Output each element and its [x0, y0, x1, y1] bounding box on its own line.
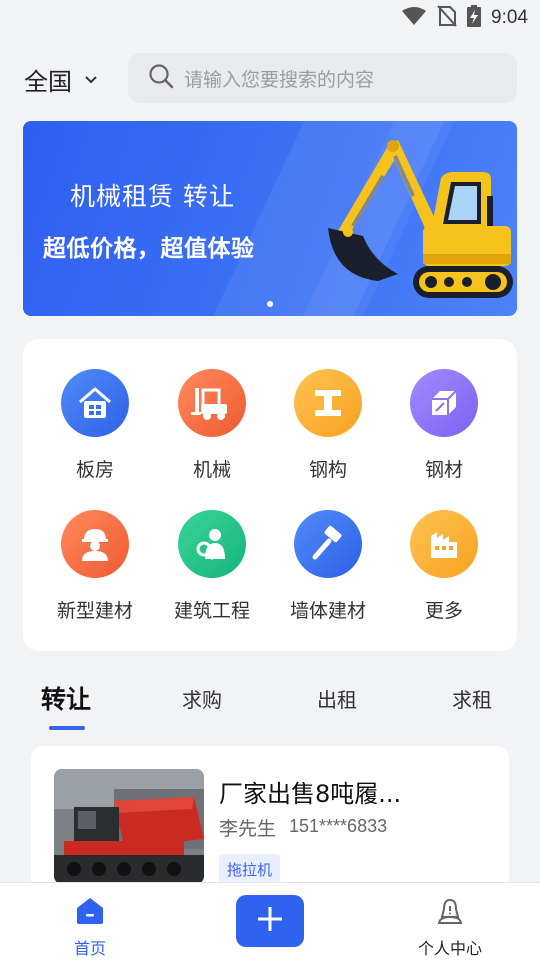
chevron-down-icon	[84, 70, 98, 89]
add-post-button[interactable]	[236, 895, 304, 947]
listing-thumbnail	[54, 769, 204, 884]
wifi-icon	[401, 6, 427, 30]
region-selector[interactable]: 全国	[24, 62, 98, 96]
hammer-icon	[294, 510, 362, 578]
active-tab-indicator	[49, 726, 85, 730]
search-icon	[148, 63, 174, 93]
category-item-new-materials[interactable]: 新型建材	[37, 510, 153, 640]
battery-charging-icon	[467, 5, 482, 31]
worker-icon	[61, 510, 129, 578]
forklift-icon	[178, 369, 246, 437]
nav-home-label: 首页	[73, 939, 106, 958]
category-item-more[interactable]: 更多	[386, 510, 502, 640]
category-label: 更多	[424, 600, 463, 622]
category-label: 钢材	[424, 459, 463, 481]
house-icon	[61, 369, 129, 437]
category-label: 板房	[75, 459, 114, 481]
category-item-machinery[interactable]: 机械	[154, 369, 270, 499]
nav-profile-label: 个人中心	[417, 939, 482, 958]
tab-buy-request[interactable]: 求购	[182, 684, 222, 713]
steel-material-icon	[410, 369, 478, 437]
category-item-steel-structure[interactable]: 钢构	[270, 369, 386, 499]
category-item-steel[interactable]: 钢材	[386, 369, 502, 499]
category-grid: 板房 机械 钢构 钢材 新型建材 建筑工程 墙体建材 更多	[23, 339, 517, 651]
category-item-wall-materials[interactable]: 墙体建材	[270, 510, 386, 640]
no-sim-icon	[437, 5, 457, 31]
listing-seller: 李先生	[219, 818, 277, 840]
category-label: 钢构	[308, 459, 347, 481]
bottom-nav: 首页 个人中心	[0, 882, 540, 960]
listing-card[interactable]: 厂家出售8吨履... 李先生 151****6833 拖拉机	[31, 746, 509, 896]
nav-home[interactable]: 首页	[60, 897, 120, 958]
listing-title: 厂家出售8吨履...	[219, 780, 402, 808]
plus-icon	[256, 905, 284, 937]
category-label: 墙体建材	[289, 600, 366, 622]
home-icon	[75, 897, 105, 929]
region-label: 全国	[24, 67, 72, 96]
excavator-illustration	[328, 140, 513, 298]
more-icon	[410, 510, 478, 578]
tab-rent-out[interactable]: 出租	[317, 684, 357, 713]
listing-phone: 151****6833	[289, 816, 388, 836]
banner-subtitle: 超低价格，超值体验	[43, 236, 255, 262]
listing-tabs: 转让 求购 出租 求租	[0, 680, 540, 736]
tab-transfer[interactable]: 转让	[41, 680, 91, 716]
carousel-dot-active[interactable]	[267, 301, 273, 307]
category-item-construction[interactable]: 建筑工程	[154, 510, 270, 640]
category-label: 建筑工程	[173, 600, 250, 622]
category-label: 机械	[192, 459, 231, 481]
nav-profile[interactable]: 个人中心	[405, 897, 495, 958]
status-bar: 9:04	[0, 0, 540, 36]
status-time: 9:04	[491, 7, 528, 28]
search-input[interactable]: 请输入您要搜索的内容	[128, 53, 517, 103]
category-item-board-house[interactable]: 板房	[37, 369, 153, 499]
status-icons: 9:04	[401, 5, 528, 31]
user-icon	[436, 897, 464, 929]
category-label: 新型建材	[56, 600, 133, 622]
engineer-icon	[178, 510, 246, 578]
tab-rent-request[interactable]: 求租	[452, 684, 492, 713]
search-placeholder: 请输入您要搜索的内容	[184, 68, 375, 91]
steel-beam-icon	[294, 369, 362, 437]
banner-title: 机械租赁 转让	[70, 182, 235, 211]
promo-banner[interactable]: 机械租赁 转让 超低价格，超值体验	[23, 121, 517, 316]
